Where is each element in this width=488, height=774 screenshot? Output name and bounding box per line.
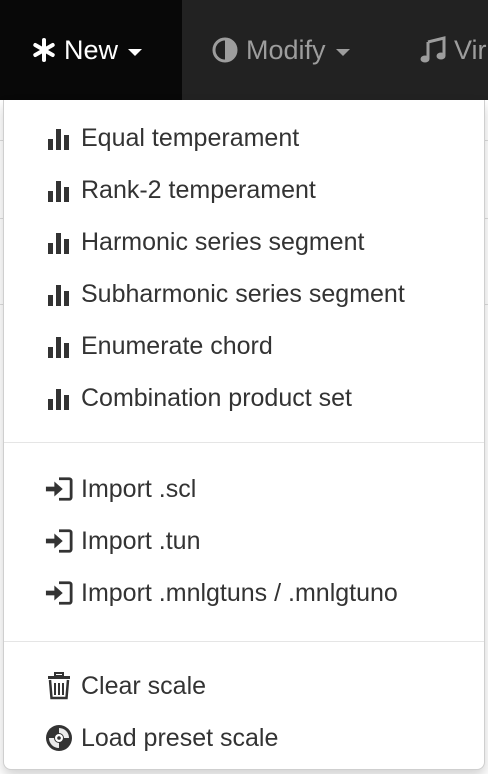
menu-item-combination-product-set[interactable]: Combination product set xyxy=(4,372,484,424)
menu-item-label: Combination product set xyxy=(81,383,352,412)
menu-group-generate: Equal temperament Rank-2 temperament Har… xyxy=(4,112,484,424)
log-in-icon xyxy=(45,475,73,503)
menu-item-label: Clear scale xyxy=(81,671,207,700)
bar-chart-icon xyxy=(45,384,73,412)
log-in-icon xyxy=(45,527,73,555)
nav-virtual-label: Vir xyxy=(454,34,487,65)
menu-item-load-preset-scale[interactable]: Load preset scale xyxy=(4,712,484,764)
menu-item-label: Import .mnlgtuns / .mnlgtuno xyxy=(81,578,398,607)
menu-item-import-tun[interactable]: Import .tun xyxy=(4,515,484,567)
menu-item-subharmonic-series[interactable]: Subharmonic series segment xyxy=(4,268,484,320)
nav-modify-dropdown[interactable]: Modify xyxy=(182,0,364,100)
log-in-icon xyxy=(45,579,73,607)
new-dropdown-menu: Equal temperament Rank-2 temperament Har… xyxy=(3,100,485,770)
menu-item-enumerate-chord[interactable]: Enumerate chord xyxy=(4,320,484,372)
asterisk-icon xyxy=(32,38,56,62)
menu-group-misc: Clear scale Load preset scale xyxy=(4,660,484,764)
caret-down-icon xyxy=(128,48,143,56)
adjust-icon xyxy=(212,37,238,63)
nav-new-label: New xyxy=(64,34,119,65)
menu-item-label: Load preset scale xyxy=(81,723,279,752)
music-note-icon xyxy=(420,36,446,64)
menu-item-clear-scale[interactable]: Clear scale xyxy=(4,660,484,712)
nav-new-dropdown[interactable]: New xyxy=(0,0,182,100)
top-navbar: New Modify Vir xyxy=(0,0,488,100)
menu-item-label: Import .tun xyxy=(81,526,201,555)
menu-item-import-scl[interactable]: Import .scl xyxy=(4,463,484,515)
bar-chart-icon xyxy=(45,124,73,152)
caret-down-icon xyxy=(335,48,350,56)
bar-chart-icon xyxy=(45,228,73,256)
bar-chart-icon xyxy=(45,280,73,308)
bar-chart-icon xyxy=(45,332,73,360)
menu-item-label: Rank-2 temperament xyxy=(81,175,316,204)
bar-chart-icon xyxy=(45,176,73,204)
trash-icon xyxy=(45,672,73,700)
menu-item-label: Subharmonic series segment xyxy=(81,279,405,308)
nav-virtual-dropdown[interactable]: Vir xyxy=(364,0,487,100)
cd-icon xyxy=(45,724,73,752)
menu-item-label: Harmonic series segment xyxy=(81,227,365,256)
menu-item-label: Equal temperament xyxy=(81,123,300,152)
menu-item-rank2-temperament[interactable]: Rank-2 temperament xyxy=(4,164,484,216)
menu-item-harmonic-series[interactable]: Harmonic series segment xyxy=(4,216,484,268)
menu-item-equal-temperament[interactable]: Equal temperament xyxy=(4,112,484,164)
menu-item-label: Enumerate chord xyxy=(81,331,273,360)
menu-group-import: Import .scl Import .tun Import .mnlgtuns… xyxy=(4,463,484,619)
menu-item-label: Import .scl xyxy=(81,474,197,503)
menu-item-import-mnlgtuns[interactable]: Import .mnlgtuns / .mnlgtuno xyxy=(4,567,484,619)
nav-modify-label: Modify xyxy=(246,34,326,65)
